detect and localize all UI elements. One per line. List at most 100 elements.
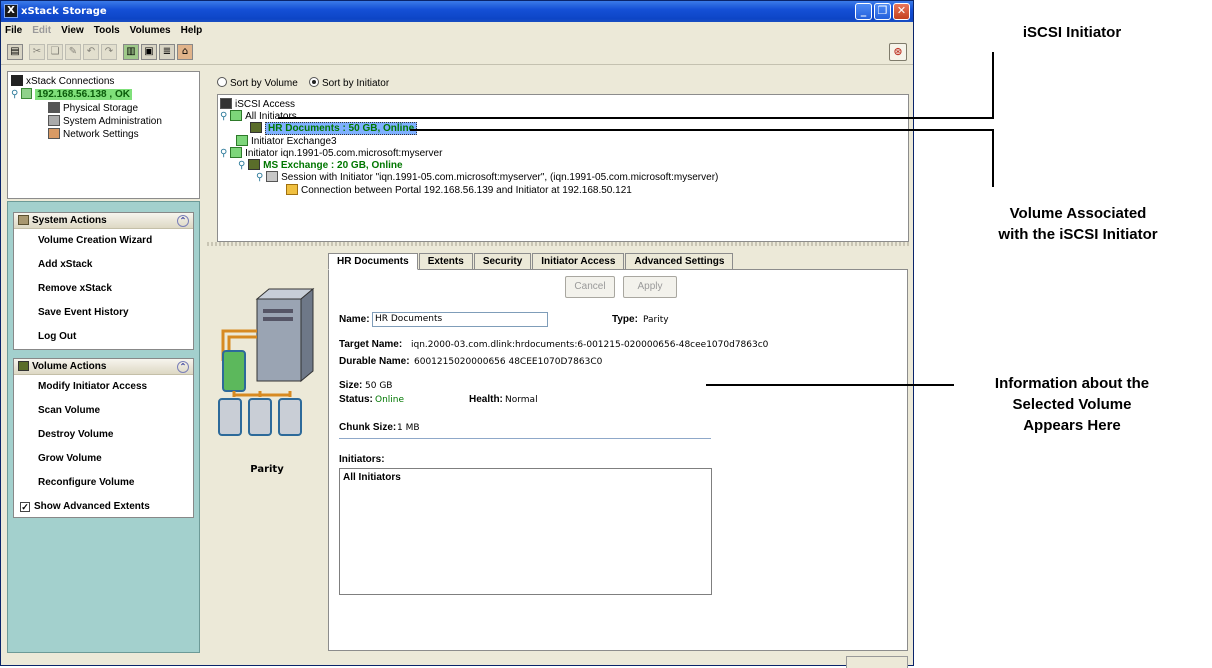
health-value: Normal — [505, 395, 538, 405]
remove-xstack-action[interactable]: Remove xStack — [14, 277, 193, 301]
callout-line — [278, 117, 994, 119]
iscsi-root[interactable]: iSCSI Access — [220, 98, 295, 110]
expand-icon[interactable]: ⚲ — [238, 160, 245, 171]
reconfigure-volume-action[interactable]: Reconfigure Volume — [14, 471, 193, 495]
initiator-icon — [230, 147, 243, 158]
log-out-action[interactable]: Log Out — [14, 325, 193, 349]
maximize-button[interactable]: ❐ — [874, 3, 891, 20]
volume-actions-panel: Volume Actions ⌃ Modify Initiator Access… — [13, 358, 194, 518]
volume-icon — [250, 122, 262, 133]
initiators-list[interactable]: All Initiators — [339, 468, 712, 595]
menu-volumes[interactable]: Volumes — [130, 22, 171, 39]
initiators-label: Initiators: — [339, 454, 385, 465]
splitter-handle[interactable] — [207, 242, 909, 246]
callout-volume-associated: Volume Associated with the iSCSI Initiat… — [968, 203, 1188, 245]
expand-icon[interactable]: ⚲ — [256, 172, 263, 183]
menu-tools[interactable]: Tools — [94, 22, 120, 39]
copy-icon[interactable]: ❏ — [47, 44, 63, 60]
grow-volume-action[interactable]: Grow Volume — [14, 447, 193, 471]
tab-security[interactable]: Security — [473, 253, 532, 269]
callout-info-line-3: Appears Here — [1023, 417, 1121, 434]
system-actions-icon — [18, 215, 29, 225]
hr-documents-node[interactable]: HR Documents : 50 GB, Online — [250, 122, 418, 135]
tree-item-physical-storage[interactable]: Physical Storage — [48, 102, 138, 114]
connection-node[interactable]: Connection between Portal 192.168.56.139… — [286, 184, 632, 196]
type-label: Type: — [612, 314, 638, 325]
volume-name-input[interactable]: HR Documents — [372, 312, 548, 327]
tab-hr-documents[interactable]: HR Documents — [328, 253, 418, 270]
radio-selected-icon[interactable] — [308, 77, 319, 87]
volume-actions-header[interactable]: Volume Actions ⌃ — [14, 359, 193, 375]
storage-icon[interactable]: ▣ — [141, 44, 157, 60]
initiator-exchange-node[interactable]: Initiator Exchange3 — [236, 135, 337, 147]
tree-item-network-settings[interactable]: Network Settings — [48, 128, 139, 140]
expand-icon[interactable]: ⚲ — [220, 148, 227, 159]
system-icon[interactable]: ≣ — [159, 44, 175, 60]
radio-icon[interactable] — [217, 77, 227, 87]
volume-icon[interactable]: ▥ — [123, 44, 139, 60]
connect-icon[interactable]: ▤ — [7, 44, 23, 60]
sort-by-initiator-radio[interactable]: Sort by Initiator — [308, 77, 389, 89]
chunk-size-value: 1 MB — [397, 423, 420, 433]
menu-file[interactable]: File — [5, 22, 22, 39]
tab-initiator-access[interactable]: Initiator Access — [532, 253, 625, 269]
show-advanced-extents-checkbox[interactable]: ✓ Show Advanced Extents — [14, 495, 193, 519]
callout-line — [992, 52, 994, 118]
volume-tabs: HR Documents Extents Security Initiator … — [328, 253, 734, 270]
list-item[interactable]: All Initiators — [343, 472, 708, 483]
raid-type-label: Parity — [250, 464, 284, 475]
menu-view[interactable]: View — [61, 22, 84, 39]
tree-item-system-administration[interactable]: System Administration — [48, 115, 162, 127]
volume-details-panel: Cancel Apply Name: HR Documents Type: Pa… — [328, 269, 908, 651]
save-event-history-action[interactable]: Save Event History — [14, 301, 193, 325]
collapse-icon[interactable]: ⌃ — [177, 215, 189, 227]
callout-line — [992, 129, 994, 187]
physical-storage-icon — [48, 102, 60, 113]
tree-root[interactable]: xStack Connections — [11, 75, 114, 87]
cancel-button[interactable]: Cancel — [565, 276, 615, 298]
add-xstack-action[interactable]: Add xStack — [14, 253, 193, 277]
type-value: Parity — [643, 315, 669, 325]
expand-icon[interactable]: ⚲ — [11, 89, 18, 100]
modify-initiator-access-action[interactable]: Modify Initiator Access — [14, 375, 193, 399]
checkbox-checked-icon[interactable]: ✓ — [20, 502, 30, 512]
tab-advanced-settings[interactable]: Advanced Settings — [625, 253, 734, 269]
paste-icon[interactable]: ✎ — [65, 44, 81, 60]
health-label: Health: — [469, 394, 503, 405]
initiator-iqn-node[interactable]: ⚲ Initiator iqn.1991-05.com.microsoft:my… — [220, 147, 442, 159]
session-icon — [266, 171, 279, 182]
callout-line — [410, 129, 994, 131]
minimize-button[interactable]: _ — [855, 3, 872, 20]
help-icon[interactable]: ⊛ — [889, 43, 907, 61]
tab-extents[interactable]: Extents — [418, 253, 473, 269]
menu-help[interactable]: Help — [181, 22, 203, 39]
connection-icon — [286, 184, 298, 195]
size-label: Size: — [339, 380, 363, 391]
undo-icon[interactable]: ↶ — [83, 44, 99, 60]
expand-icon[interactable]: ⚲ — [220, 111, 227, 122]
tree-host[interactable]: ⚲ 192.168.56.138 , OK — [11, 88, 132, 100]
collapse-icon[interactable]: ⌃ — [177, 361, 189, 373]
cut-icon[interactable]: ✂ — [29, 44, 45, 60]
action-sidebar: System Actions ⌃ Volume Creation Wizard … — [7, 201, 200, 653]
sort-by-volume-radio[interactable]: Sort by Volume — [217, 77, 298, 89]
menu-edit[interactable]: Edit — [32, 22, 51, 39]
volume-creation-wizard-action[interactable]: Volume Creation Wizard — [14, 229, 193, 253]
raid-graphic-panel: Parity — [209, 251, 325, 651]
ms-exchange-node[interactable]: ⚲ MS Exchange : 20 GB, Online — [238, 159, 403, 171]
all-initiators-node[interactable]: ⚲ All Initiators — [220, 110, 297, 122]
redo-icon[interactable]: ↷ — [101, 44, 117, 60]
destroy-volume-action[interactable]: Destroy Volume — [14, 423, 193, 447]
apply-button[interactable]: Apply — [623, 276, 677, 298]
network-icon[interactable]: ⌂ — [177, 44, 193, 60]
volume-actions-icon — [18, 361, 29, 371]
system-admin-icon — [48, 115, 60, 126]
toolbar: ▤ ✂ ❏ ✎ ↶ ↷ ▥ ▣ ≣ ⌂ ⊛ — [1, 39, 913, 65]
menu-bar: File Edit View Tools Volumes Help — [1, 22, 913, 39]
close-button[interactable]: ✕ — [893, 3, 910, 20]
durable-name-label: Durable Name: — [339, 356, 410, 367]
session-node[interactable]: ⚲ Session with Initiator "iqn.1991-05.co… — [256, 171, 718, 183]
scan-volume-action[interactable]: Scan Volume — [14, 399, 193, 423]
divider — [339, 438, 711, 439]
system-actions-header[interactable]: System Actions ⌃ — [14, 213, 193, 229]
